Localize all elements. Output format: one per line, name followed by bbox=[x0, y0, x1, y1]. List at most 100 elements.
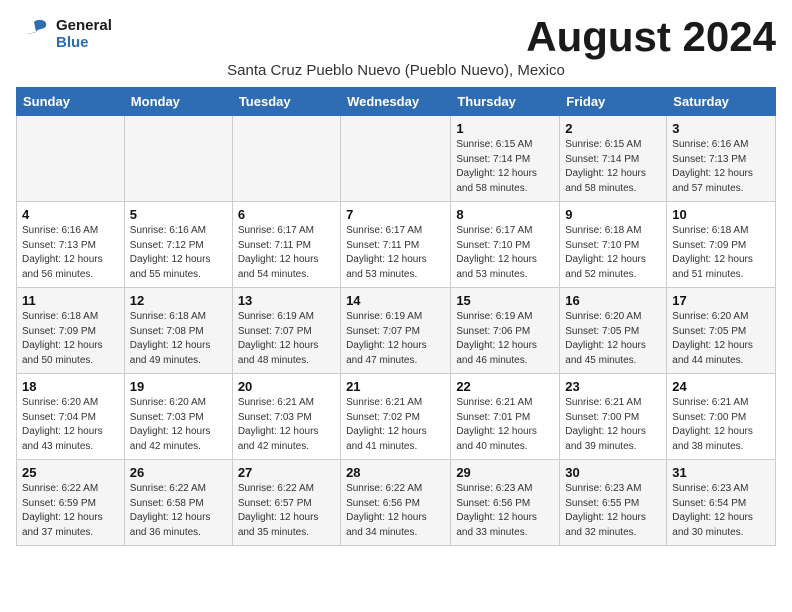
day-info: Sunrise: 6:19 AMSunset: 7:06 PMDaylight:… bbox=[456, 310, 554, 368]
logo-text-container: General Blue bbox=[16, 16, 112, 52]
calendar-day-cell: 5 Sunrise: 6:16 AMSunset: 7:12 PMDaylight… bbox=[124, 202, 232, 288]
calendar-day-cell: 3 Sunrise: 6:16 AMSunset: 7:13 PMDaylight… bbox=[667, 116, 776, 202]
day-number: 14 bbox=[346, 293, 445, 308]
day-number: 24 bbox=[672, 379, 770, 394]
day-info: Sunrise: 6:21 AMSunset: 7:00 PMDaylight:… bbox=[565, 396, 661, 454]
day-info: Sunrise: 6:21 AMSunset: 7:01 PMDaylight:… bbox=[456, 396, 554, 454]
day-number: 3 bbox=[672, 121, 770, 136]
calendar-day-cell: 9Sunrise: 6:18 AMSunset: 7:10 PMDaylight… bbox=[560, 202, 667, 288]
calendar-day-cell: 8 Sunrise: 6:17 AMSunset: 7:10 PMDaylight… bbox=[451, 202, 560, 288]
day-info: Sunrise: 6:18 AMSunset: 7:09 PMDaylight:… bbox=[672, 224, 770, 282]
day-number: 27 bbox=[238, 465, 335, 480]
calendar-day-cell: 6Sunrise: 6:17 AMSunset: 7:11 PMDaylight… bbox=[232, 202, 340, 288]
calendar-day-cell: 14 Sunrise: 6:19 AMSunset: 7:07 PMDayligh… bbox=[341, 288, 451, 374]
day-info: Sunrise: 6:23 AMSunset: 6:54 PMDaylight:… bbox=[672, 482, 770, 540]
day-info: Sunrise: 6:15 AMSunset: 7:14 PMDaylight:… bbox=[565, 138, 661, 196]
calendar-day-cell: 28 Sunrise: 6:22 AMSunset: 6:56 PMDayligh… bbox=[341, 460, 451, 546]
day-number: 23 bbox=[565, 379, 661, 394]
day-of-week-header: Sunday bbox=[17, 88, 125, 116]
day-number: 5 bbox=[130, 207, 227, 222]
calendar-day-cell: 7 Sunrise: 6:17 AMSunset: 7:11 PMDaylight… bbox=[341, 202, 451, 288]
calendar-table: SundayMondayTuesdayWednesdayThursdayFrid… bbox=[16, 87, 776, 546]
calendar-week-row: 1 Sunrise: 6:15 AMSunset: 7:14 PMDaylight… bbox=[17, 116, 776, 202]
calendar-day-cell: 12 Sunrise: 6:18 AMSunset: 7:08 PMDayligh… bbox=[124, 288, 232, 374]
calendar-week-row: 11Sunrise: 6:18 AMSunset: 7:09 PMDayligh… bbox=[17, 288, 776, 374]
calendar-day-cell: 23 Sunrise: 6:21 AMSunset: 7:00 PMDayligh… bbox=[560, 374, 667, 460]
day-number: 7 bbox=[346, 207, 445, 222]
day-info: Sunrise: 6:16 AMSunset: 7:12 PMDaylight:… bbox=[130, 224, 227, 282]
day-info: Sunrise: 6:22 AMSunset: 6:56 PMDaylight:… bbox=[346, 482, 445, 540]
day-number: 26 bbox=[130, 465, 227, 480]
calendar-day-cell: 27 Sunrise: 6:22 AMSunset: 6:57 PMDayligh… bbox=[232, 460, 340, 546]
day-info: Sunrise: 6:20 AMSunset: 7:05 PMDaylight:… bbox=[565, 310, 661, 368]
day-info: Sunrise: 6:21 AMSunset: 7:00 PMDaylight:… bbox=[672, 396, 770, 454]
day-number: 28 bbox=[346, 465, 445, 480]
calendar-week-row: 4 Sunrise: 6:16 AMSunset: 7:13 PMDaylight… bbox=[17, 202, 776, 288]
day-number: 19 bbox=[130, 379, 227, 394]
calendar-day-cell: 18 Sunrise: 6:20 AMSunset: 7:04 PMDayligh… bbox=[17, 374, 125, 460]
day-info: Sunrise: 6:22 AMSunset: 6:59 PMDaylight:… bbox=[22, 482, 119, 540]
logo-blue: Blue bbox=[56, 34, 112, 51]
calendar-day-cell bbox=[232, 116, 340, 202]
header-row-days: SundayMondayTuesdayWednesdayThursdayFrid… bbox=[17, 88, 776, 116]
calendar-week-row: 18 Sunrise: 6:20 AMSunset: 7:04 PMDayligh… bbox=[17, 374, 776, 460]
calendar-day-cell: 15 Sunrise: 6:19 AMSunset: 7:06 PMDayligh… bbox=[451, 288, 560, 374]
day-of-week-header: Friday bbox=[560, 88, 667, 116]
calendar-body: 1 Sunrise: 6:15 AMSunset: 7:14 PMDaylight… bbox=[17, 116, 776, 546]
day-number: 15 bbox=[456, 293, 554, 308]
day-number: 31 bbox=[672, 465, 770, 480]
day-number: 17 bbox=[672, 293, 770, 308]
calendar-day-cell: 19 Sunrise: 6:20 AMSunset: 7:03 PMDayligh… bbox=[124, 374, 232, 460]
day-info: Sunrise: 6:21 AMSunset: 7:03 PMDaylight:… bbox=[238, 396, 335, 454]
day-info: Sunrise: 6:18 AMSunset: 7:08 PMDaylight:… bbox=[130, 310, 227, 368]
day-info: Sunrise: 6:18 AMSunset: 7:10 PMDaylight:… bbox=[565, 224, 661, 282]
day-number: 2 bbox=[565, 121, 661, 136]
calendar-day-cell: 22Sunrise: 6:21 AMSunset: 7:01 PMDayligh… bbox=[451, 374, 560, 460]
calendar-day-cell: 10Sunrise: 6:18 AMSunset: 7:09 PMDayligh… bbox=[667, 202, 776, 288]
day-info: Sunrise: 6:20 AMSunset: 7:03 PMDaylight:… bbox=[130, 396, 227, 454]
day-info: Sunrise: 6:22 AMSunset: 6:57 PMDaylight:… bbox=[238, 482, 335, 540]
calendar-container: General Blue August 2024 Santa Cruz Pueb… bbox=[0, 0, 792, 558]
calendar-day-cell: 21Sunrise: 6:21 AMSunset: 7:02 PMDayligh… bbox=[341, 374, 451, 460]
day-info: Sunrise: 6:17 AMSunset: 7:10 PMDaylight:… bbox=[456, 224, 554, 282]
day-info: Sunrise: 6:19 AMSunset: 7:07 PMDaylight:… bbox=[346, 310, 445, 368]
month-title: August 2024 bbox=[526, 16, 776, 58]
day-info: Sunrise: 6:21 AMSunset: 7:02 PMDaylight:… bbox=[346, 396, 445, 454]
day-info: Sunrise: 6:15 AMSunset: 7:14 PMDaylight:… bbox=[456, 138, 554, 196]
day-info: Sunrise: 6:16 AMSunset: 7:13 PMDaylight:… bbox=[22, 224, 119, 282]
day-number: 8 bbox=[456, 207, 554, 222]
day-number: 6 bbox=[238, 207, 335, 222]
day-info: Sunrise: 6:17 AMSunset: 7:11 PMDaylight:… bbox=[346, 224, 445, 282]
day-info: Sunrise: 6:23 AMSunset: 6:56 PMDaylight:… bbox=[456, 482, 554, 540]
calendar-day-cell bbox=[124, 116, 232, 202]
day-info: Sunrise: 6:20 AMSunset: 7:05 PMDaylight:… bbox=[672, 310, 770, 368]
calendar-day-cell: 4 Sunrise: 6:16 AMSunset: 7:13 PMDaylight… bbox=[17, 202, 125, 288]
calendar-day-cell: 29 Sunrise: 6:23 AMSunset: 6:56 PMDayligh… bbox=[451, 460, 560, 546]
day-number: 29 bbox=[456, 465, 554, 480]
calendar-day-cell: 20 Sunrise: 6:21 AMSunset: 7:03 PMDayligh… bbox=[232, 374, 340, 460]
calendar-week-row: 25Sunrise: 6:22 AMSunset: 6:59 PMDayligh… bbox=[17, 460, 776, 546]
day-info: Sunrise: 6:20 AMSunset: 7:04 PMDaylight:… bbox=[22, 396, 119, 454]
day-number: 4 bbox=[22, 207, 119, 222]
day-info: Sunrise: 6:18 AMSunset: 7:09 PMDaylight:… bbox=[22, 310, 119, 368]
day-number: 1 bbox=[456, 121, 554, 136]
day-of-week-header: Thursday bbox=[451, 88, 560, 116]
calendar-header: SundayMondayTuesdayWednesdayThursdayFrid… bbox=[17, 88, 776, 116]
calendar-day-cell: 1 Sunrise: 6:15 AMSunset: 7:14 PMDaylight… bbox=[451, 116, 560, 202]
calendar-day-cell: 24 Sunrise: 6:21 AMSunset: 7:00 PMDayligh… bbox=[667, 374, 776, 460]
subtitle: Santa Cruz Pueblo Nuevo (Pueblo Nuevo), … bbox=[16, 62, 776, 79]
day-of-week-header: Saturday bbox=[667, 88, 776, 116]
calendar-day-cell: 13 Sunrise: 6:19 AMSunset: 7:07 PMDayligh… bbox=[232, 288, 340, 374]
header-row: General Blue August 2024 bbox=[16, 16, 776, 58]
calendar-day-cell bbox=[341, 116, 451, 202]
day-number: 18 bbox=[22, 379, 119, 394]
day-info: Sunrise: 6:23 AMSunset: 6:55 PMDaylight:… bbox=[565, 482, 661, 540]
day-info: Sunrise: 6:16 AMSunset: 7:13 PMDaylight:… bbox=[672, 138, 770, 196]
day-number: 12 bbox=[130, 293, 227, 308]
day-number: 13 bbox=[238, 293, 335, 308]
day-of-week-header: Tuesday bbox=[232, 88, 340, 116]
day-of-week-header: Monday bbox=[124, 88, 232, 116]
day-number: 20 bbox=[238, 379, 335, 394]
logo-general: General bbox=[56, 17, 112, 34]
day-info: Sunrise: 6:19 AMSunset: 7:07 PMDaylight:… bbox=[238, 310, 335, 368]
